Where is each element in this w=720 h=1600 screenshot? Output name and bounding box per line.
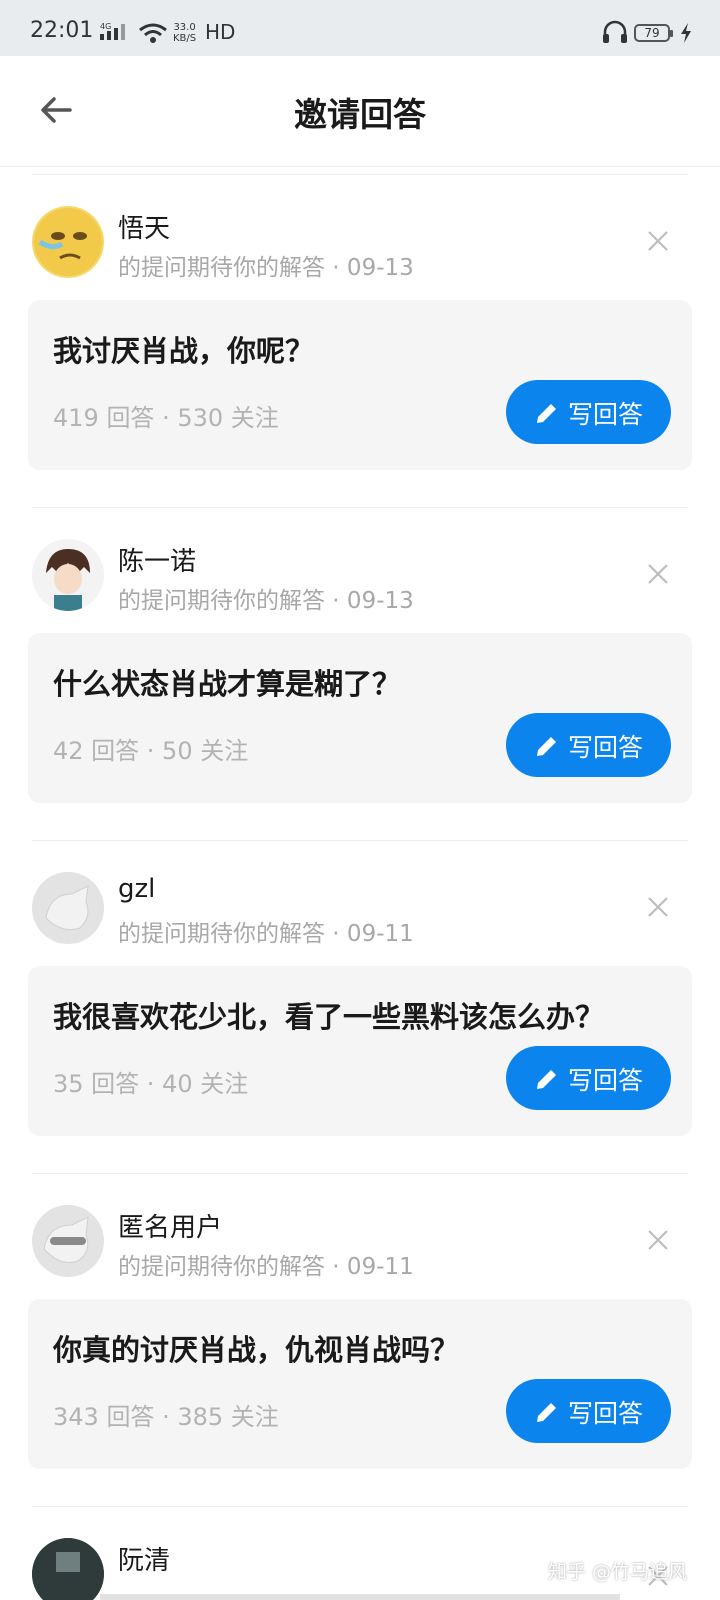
question-title[interactable]: 我讨厌肖战，你呢？ bbox=[53, 328, 314, 370]
invite-meta: 的提问期待你的解答 · 09-11 bbox=[118, 1254, 414, 1280]
write-answer-button[interactable]: 写回答 bbox=[506, 713, 671, 777]
invite-card: 陈一诺 的提问期待你的解答 · 09-13 什么状态肖战才算是糊了？ 42 回答… bbox=[0, 507, 720, 847]
hd-indicator: HD bbox=[205, 20, 236, 44]
write-answer-label: 写回答 bbox=[568, 1066, 644, 1095]
avatar[interactable] bbox=[32, 539, 104, 611]
write-answer-button[interactable]: 写回答 bbox=[506, 1046, 671, 1110]
header-bar: 邀请回答 bbox=[0, 56, 720, 167]
network-speed-value: 33.0 bbox=[173, 22, 196, 33]
question-card[interactable]: 你真的讨厌肖战，仇视肖战吗？ 343 回答 · 385 关注 写回答 bbox=[28, 1299, 692, 1469]
network-speed: 33.0 KB/S bbox=[173, 22, 196, 44]
cellular-signal-icon: 4G bbox=[100, 22, 125, 40]
default-avatar-image bbox=[32, 872, 104, 944]
watermark: 知乎 @竹马追风 bbox=[548, 1561, 688, 1583]
close-icon[interactable] bbox=[646, 562, 670, 586]
avatar[interactable] bbox=[32, 872, 104, 944]
pencil-icon bbox=[537, 1070, 556, 1089]
photo-avatar-image bbox=[32, 1538, 104, 1600]
avatar[interactable] bbox=[32, 206, 104, 278]
close-icon[interactable] bbox=[646, 1228, 670, 1252]
invite-meta: 的提问期待你的解答 · 09-13 bbox=[118, 255, 414, 281]
wifi-icon bbox=[139, 23, 167, 43]
question-stats: 35 回答 · 40 关注 bbox=[53, 1070, 249, 1098]
network-speed-unit: KB/S bbox=[173, 33, 197, 44]
write-answer-button[interactable]: 写回答 bbox=[506, 1379, 671, 1443]
anonymous-avatar-image bbox=[32, 1205, 104, 1277]
pencil-icon bbox=[537, 404, 556, 423]
page-title: 邀请回答 bbox=[294, 95, 426, 134]
question-card[interactable]: 我很喜欢花少北，看了一些黑料该怎么办？ 35 回答 · 40 关注 写回答 bbox=[28, 966, 692, 1136]
close-icon[interactable] bbox=[646, 895, 670, 919]
avatar[interactable] bbox=[32, 1538, 104, 1600]
write-answer-label: 写回答 bbox=[568, 1399, 644, 1428]
question-card[interactable]: 我讨厌肖战，你呢？ 419 回答 · 530 关注 写回答 bbox=[28, 300, 692, 470]
question-title[interactable]: 什么状态肖战才算是糊了？ bbox=[53, 661, 401, 703]
write-answer-label: 写回答 bbox=[568, 400, 644, 429]
invite-card: 匿名用户 的提问期待你的解答 · 09-11 你真的讨厌肖战，仇视肖战吗？ 34… bbox=[0, 1173, 720, 1513]
battery-icon: 79 bbox=[634, 24, 673, 42]
invite-card: 阮清 bbox=[0, 1506, 720, 1600]
pencil-icon bbox=[537, 1403, 556, 1422]
invite-meta: 的提问期待你的解答 · 09-11 bbox=[118, 921, 414, 947]
invite-card: 悟天 的提问期待你的解答 · 09-13 我讨厌肖战，你呢？ 419 回答 · … bbox=[0, 174, 720, 514]
avatar[interactable] bbox=[32, 1205, 104, 1277]
status-time: 22:01 bbox=[30, 18, 94, 43]
write-answer-label: 写回答 bbox=[568, 733, 644, 762]
username[interactable]: 阮清 bbox=[118, 1540, 170, 1577]
question-stats: 42 回答 · 50 关注 bbox=[53, 737, 249, 765]
username[interactable]: 匿名用户 bbox=[118, 1207, 222, 1244]
network-type-label: 4G bbox=[100, 22, 111, 31]
emoji-avatar-image bbox=[34, 208, 102, 276]
invite-meta: 的提问期待你的解答 · 09-13 bbox=[118, 588, 414, 614]
question-title[interactable]: 我很喜欢花少北，看了一些黑料该怎么办？ bbox=[53, 994, 604, 1036]
meta-partial bbox=[100, 1594, 620, 1600]
invite-card: gzl 的提问期待你的解答 · 09-11 我很喜欢花少北，看了一些黑料该怎么办… bbox=[0, 840, 720, 1180]
pencil-icon bbox=[537, 737, 556, 756]
username[interactable]: 陈一诺 bbox=[118, 541, 196, 578]
headphones-icon bbox=[603, 20, 627, 43]
question-stats: 419 回答 · 530 关注 bbox=[53, 404, 279, 432]
charging-bolt-icon bbox=[681, 23, 691, 43]
username[interactable]: 悟天 bbox=[118, 208, 170, 245]
question-title[interactable]: 你真的讨厌肖战，仇视肖战吗？ bbox=[53, 1327, 459, 1369]
username[interactable]: gzl bbox=[118, 874, 155, 904]
close-icon[interactable] bbox=[646, 229, 670, 253]
write-answer-button[interactable]: 写回答 bbox=[506, 380, 671, 444]
question-card[interactable]: 什么状态肖战才算是糊了？ 42 回答 · 50 关注 写回答 bbox=[28, 633, 692, 803]
anime-avatar-image bbox=[32, 539, 104, 611]
status-bar: 22:01 4G 33.0 KB/S HD 79 bbox=[0, 0, 720, 56]
question-stats: 343 回答 · 385 关注 bbox=[53, 1403, 279, 1431]
